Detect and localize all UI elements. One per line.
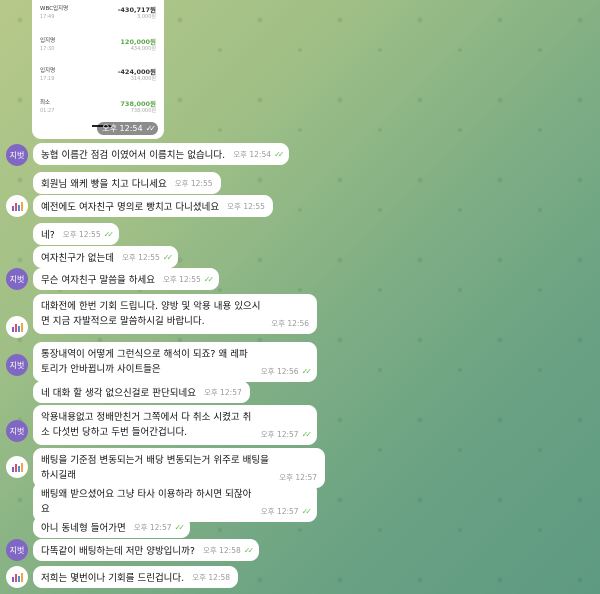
message-text: 농협 이름간 점검 이였어서 이름치는 없습니다. [41,150,226,161]
time-label: 오후 12:56 [260,367,299,376]
message-time: 오후 12:55 ✓✓ [162,274,215,285]
time-label: 오후 12:58 [202,545,241,555]
transfer-balance: 3,000원 [137,14,156,20]
message-time: 오후 12:55 ✓✓ [121,252,174,263]
time-label: 오후 12:55 [62,229,101,239]
time-label: 오후 12:57 [260,507,299,516]
read-check-icon: ✓✓ [274,149,285,159]
bars-logo-icon [11,572,23,582]
message-time: 오후 12:56 [271,319,309,328]
message-text: 악용내용없고 정배만친거 그쪽에서 다 취소 시켰고 취소 다섯번 당하고 두번… [41,412,252,438]
read-check-icon: ✓✓ [301,430,313,439]
message-bubble[interactable]: 아니 동네형 들어가면 오후 12:57 ✓✓ [33,516,190,538]
message-text: 배팅왜 받으셨어요 그냥 타사 이용하라 하시면 되잖아요 [41,489,252,515]
message-bubble[interactable]: 네 대화 할 생각 없으신걸로 판단되네요 오후 12:57 [33,381,250,403]
bars-logo-icon [11,462,23,472]
message-bubble[interactable]: 저희는 몇번이나 기회를 드린겁니다. 오후 12:58 [33,566,238,588]
read-check-icon: ✓✓ [203,274,215,284]
message-text: 예전에도 여자친구 명의로 빵치고 다니셨네요 [41,202,220,213]
transfer-row: 입지명 -424,000원 17:19 314,000원 [40,66,156,82]
transfer-row: 입지명 120,000원 17:30 434,000원 [40,36,156,52]
time-label: 오후 12:55 [162,274,201,284]
avatar-label: 지벗 [9,426,25,436]
message-text: 회원님 왜케 빵을 치고 다니세요 [41,179,167,190]
transfer-row: WBC입지명 -430,717원 17:49 3,000원 [40,4,156,20]
read-check-icon: ✓✓ [162,252,174,262]
time-label: 오후 12:54 [233,149,271,159]
message-time: 오후 12:54 ✓✓ [97,122,158,135]
message-time: 오후 12:55 [227,201,265,211]
time-label: 오후 12:57 [133,522,172,532]
message-bubble[interactable]: 회원님 왜케 빵을 치고 다니세요 오후 12:55 [33,172,221,194]
message-text: 통장내역이 어떻게 그런식으로 해석이 되죠? 왜 레파토리가 안바뀝니까 사이… [41,349,248,375]
time-label: 오후 12:55 [121,252,160,262]
avatar[interactable] [6,566,28,588]
avatar-label: 지벗 [9,545,25,555]
message-bubble[interactable]: 농협 이름간 점검 이였어서 이름치는 없습니다. 오후 12:54 ✓✓ [33,143,290,165]
chat-history[interactable]: WBC입지명 -430,717원 17:49 3,000원 입지명 120,00… [0,0,600,594]
avatar-label: 지벗 [9,150,25,160]
message-time: 오후 12:57 ✓✓ [133,522,186,533]
time-label: 오후 12:54 [102,124,143,133]
transfer-balance: 314,000원 [130,76,156,82]
message-time: 오후 12:54 ✓✓ [233,149,285,160]
message-text: 대화전에 한번 기회 드립니다. 양방 및 악용 내용 있으시면 지금 자발적으… [41,301,261,327]
message-text: 무슨 여자친구 말씀을 하세요 [41,275,155,286]
transfer-balance: 738,000원 [130,108,156,114]
avatar-label: 지벗 [9,274,25,284]
avatar[interactable]: 지벗 [6,354,28,376]
time-label: 오후 12:57 [260,430,299,439]
message-time: 오후 12:55 ✓✓ [62,229,115,240]
message-text: 아니 동네형 들어가면 [41,523,126,534]
message-bubble[interactable]: 다똑같이 배팅하는데 저만 양방입니까? 오후 12:58 ✓✓ [33,539,260,561]
message-bubble[interactable]: 네? 오후 12:55 ✓✓ [33,223,120,245]
read-check-icon: ✓✓ [301,507,313,516]
avatar[interactable] [6,195,28,217]
transfer-history-image[interactable]: WBC입지명 -430,717원 17:49 3,000원 입지명 120,00… [32,0,164,139]
message-text: 네 대화 할 생각 없으신걸로 판단되네요 [41,388,196,399]
transfer-row: 최소 738,000원 01:27 738,000원 [40,98,156,114]
message-time: 오후 12:57 ✓✓ [260,506,313,517]
avatar[interactable]: 지벗 [6,420,28,442]
avatar[interactable]: 지벗 [6,539,28,561]
avatar[interactable] [6,456,28,478]
bars-logo-icon [11,322,23,332]
avatar[interactable]: 지벗 [6,144,28,166]
message-time: 오후 12:58 ✓✓ [202,545,255,556]
read-check-icon: ✓✓ [243,545,255,555]
message-time: 오후 12:55 [174,178,213,188]
message-time: 오후 12:56 ✓✓ [260,366,313,377]
message-time: 오후 12:57 ✓✓ [260,429,313,440]
message-text: 다똑같이 배팅하는데 저만 양방입니까? [41,546,195,557]
read-check-icon: ✓✓ [103,229,115,239]
message-bubble[interactable]: 통장내역이 어떻게 그런식으로 해석이 되죠? 왜 레파토리가 안바뀝니까 사이… [33,342,317,382]
read-check-icon: ✓✓ [174,522,186,532]
avatar[interactable]: 지벗 [6,268,28,290]
message-text: 배팅을 기준점 변동되는거 배당 변동되는거 위주로 배팅을 하시길래 [41,455,269,481]
transfer-balance: 434,000원 [130,46,156,52]
read-check-icon: ✓✓ [301,367,313,376]
message-time: 오후 12:57 [203,387,242,397]
bars-logo-icon [11,201,23,211]
avatar[interactable] [6,316,28,338]
message-bubble[interactable]: 예전에도 여자친구 명의로 빵치고 다니셨네요 오후 12:55 [33,195,273,217]
message-text: 네? [41,230,55,241]
message-text: 여자친구가 없는데 [41,253,114,264]
message-bubble[interactable]: 대화전에 한번 기회 드립니다. 양방 및 악용 내용 있으시면 지금 자발적으… [33,294,317,334]
message-text: 저희는 몇번이나 기회를 드린겁니다. [41,573,185,584]
message-time: 오후 12:58 [192,572,230,582]
message-bubble[interactable]: 여자친구가 없는데 오후 12:55 ✓✓ [33,246,179,268]
avatar-label: 지벗 [9,360,25,370]
read-check-icon: ✓✓ [145,124,157,133]
message-bubble[interactable]: 무슨 여자친구 말씀을 하세요 오후 12:55 ✓✓ [33,268,220,290]
message-bubble[interactable]: 악용내용없고 정배만친거 그쪽에서 다 취소 시켰고 취소 다섯번 당하고 두번… [33,405,317,445]
